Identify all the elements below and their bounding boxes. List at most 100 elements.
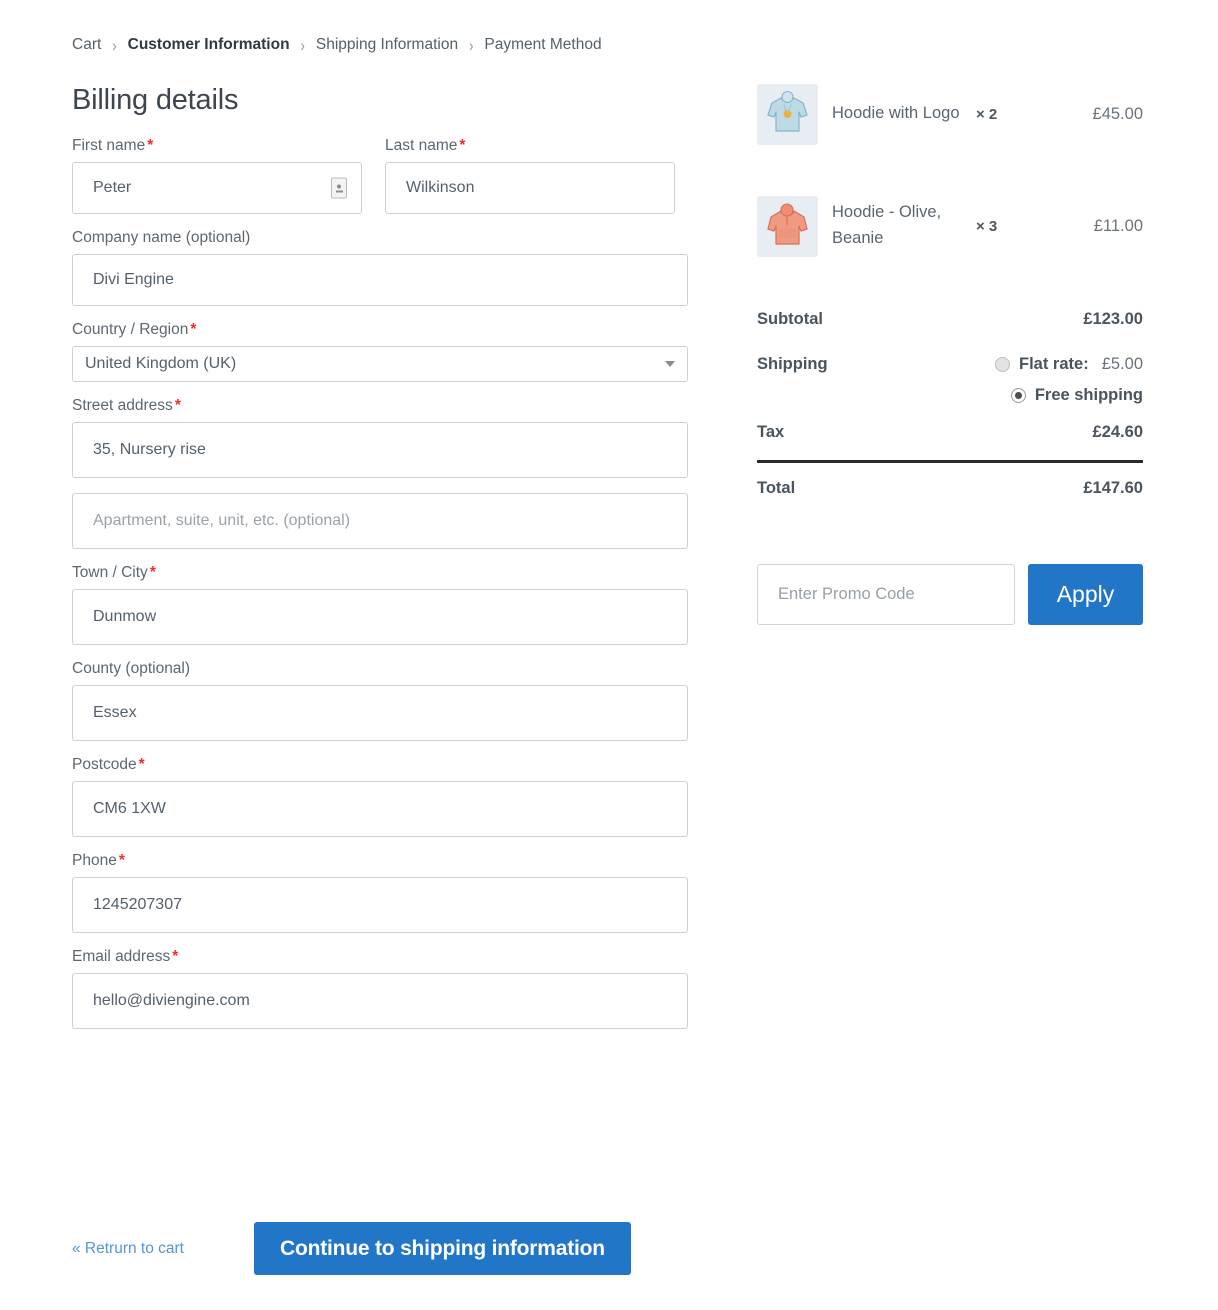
breadcrumb-item-customer-information[interactable]: Customer Information xyxy=(128,36,290,54)
chevron-down-icon xyxy=(665,361,675,367)
postcode-input[interactable]: CM6 1XW xyxy=(72,781,688,837)
shipping-option-flat-rate[interactable]: Flat rate: £5.00 xyxy=(995,355,1143,374)
county-group: County (optional) Essex xyxy=(72,660,688,741)
autofill-contact-card-icon[interactable] xyxy=(331,178,347,199)
cart-item-quantity: × 3 xyxy=(976,218,1036,235)
county-label: County (optional) xyxy=(72,660,688,678)
billing-details-form: Billing details First name* Peter Last n… xyxy=(72,84,688,1044)
phone-value: 1245207307 xyxy=(93,896,182,914)
county-input[interactable]: Essex xyxy=(72,685,688,741)
cart-item-price: £11.00 xyxy=(1036,217,1143,236)
totals-divider xyxy=(757,460,1143,463)
last-name-label: Last name* xyxy=(385,137,675,155)
flat-rate-label: Flat rate: xyxy=(1019,355,1089,374)
shipping-option-free-shipping[interactable]: Free shipping xyxy=(1011,386,1143,405)
total-value: £147.60 xyxy=(1083,479,1143,498)
town-city-group: Town / City* Dunmow xyxy=(72,564,688,645)
radio-flat-rate[interactable] xyxy=(995,357,1010,372)
phone-group: Phone* 1245207307 xyxy=(72,852,688,933)
tax-label: Tax xyxy=(757,423,784,442)
breadcrumb: Cart › Customer Information › Shipping I… xyxy=(72,36,602,54)
first-name-group: First name* Peter xyxy=(72,137,362,214)
return-to-cart-link[interactable]: « Retrurn to cart xyxy=(72,1240,254,1258)
checkout-page: Cart › Customer Information › Shipping I… xyxy=(0,0,1218,1310)
chevron-right-icon: › xyxy=(301,36,305,55)
required-asterisk: * xyxy=(172,948,178,965)
total-row: Total £147.60 xyxy=(757,465,1143,512)
product-thumbnail-hoodie-with-logo[interactable] xyxy=(757,84,818,145)
breadcrumb-item-shipping-information[interactable]: Shipping Information xyxy=(316,36,458,54)
cart-item-name: Hoodie - Olive, Beanie xyxy=(832,200,968,251)
postcode-label: Postcode* xyxy=(72,756,688,774)
free-shipping-label: Free shipping xyxy=(1035,386,1143,405)
email-label: Email address* xyxy=(72,948,688,966)
radio-free-shipping[interactable] xyxy=(1011,388,1026,403)
breadcrumb-item-payment-method[interactable]: Payment Method xyxy=(484,36,601,54)
cart-item-name: Hoodie with Logo xyxy=(832,101,968,127)
breadcrumb-item-cart[interactable]: Cart xyxy=(72,36,101,54)
order-summary: Hoodie with Logo × 2 £45.00 Hoodie - Oli… xyxy=(757,58,1143,625)
promo-code-placeholder: Enter Promo Code xyxy=(778,585,915,604)
first-name-label-text: First name xyxy=(72,137,145,154)
cart-item-price: £45.00 xyxy=(1036,105,1143,124)
first-name-value: Peter xyxy=(93,179,131,197)
postcode-label-text: Postcode xyxy=(72,756,137,773)
company-group: Company name (optional) Divi Engine xyxy=(72,229,688,306)
town-city-label-text: Town / City xyxy=(72,564,148,581)
email-value: hello@diviengine.com xyxy=(93,992,250,1010)
company-label: Company name (optional) xyxy=(72,229,688,247)
continue-to-shipping-button[interactable]: Continue to shipping information xyxy=(254,1222,631,1275)
cart-item-quantity: × 2 xyxy=(976,106,1036,123)
company-input[interactable]: Divi Engine xyxy=(72,254,688,306)
street-address-value: 35, Nursery rise xyxy=(93,441,206,459)
email-input[interactable]: hello@diviengine.com xyxy=(72,973,688,1029)
first-name-input[interactable]: Peter xyxy=(72,162,362,214)
order-totals: Subtotal £123.00 Shipping Flat rate: £5.… xyxy=(757,296,1143,512)
shipping-label: Shipping xyxy=(757,355,828,374)
last-name-input[interactable]: Wilkinson xyxy=(385,162,675,214)
flat-rate-amount: £5.00 xyxy=(1102,355,1143,374)
postcode-value: CM6 1XW xyxy=(93,800,166,818)
required-asterisk: * xyxy=(139,756,145,773)
phone-input[interactable]: 1245207307 xyxy=(72,877,688,933)
tax-value: £24.60 xyxy=(1093,423,1143,442)
required-asterisk: * xyxy=(190,321,196,338)
promo-code-input[interactable]: Enter Promo Code xyxy=(757,564,1015,625)
subtotal-value: £123.00 xyxy=(1083,310,1143,329)
email-label-text: Email address xyxy=(72,948,170,965)
street-address-group: Street address* 35, Nursery rise xyxy=(72,397,688,478)
required-asterisk: * xyxy=(150,564,156,581)
street-address-input[interactable]: 35, Nursery rise xyxy=(72,422,688,478)
apartment-group: Apartment, suite, unit, etc. (optional) xyxy=(72,493,688,549)
phone-label: Phone* xyxy=(72,852,688,870)
email-group: Email address* hello@diviengine.com xyxy=(72,948,688,1029)
apply-promo-button[interactable]: Apply xyxy=(1028,564,1143,625)
page-title: Billing details xyxy=(72,84,688,117)
tax-row: Tax £24.60 xyxy=(757,409,1143,456)
shipping-options: Flat rate: £5.00 Free shipping xyxy=(995,355,1143,405)
cart-item: Hoodie - Olive, Beanie × 3 £11.00 xyxy=(757,170,1143,282)
last-name-group: Last name* Wilkinson xyxy=(385,137,675,214)
phone-label-text: Phone xyxy=(72,852,117,869)
country-label-text: Country / Region xyxy=(72,321,188,338)
required-asterisk: * xyxy=(147,137,153,154)
town-city-value: Dunmow xyxy=(93,608,156,626)
chevron-right-icon: › xyxy=(112,36,116,55)
country-group: Country / Region* United Kingdom (UK) xyxy=(72,321,688,382)
last-name-label-text: Last name xyxy=(385,137,457,154)
country-select[interactable]: United Kingdom (UK) xyxy=(72,346,688,382)
postcode-group: Postcode* CM6 1XW xyxy=(72,756,688,837)
form-actions: « Retrurn to cart Continue to shipping i… xyxy=(72,1222,692,1275)
product-thumbnail-hoodie-olive-beanie[interactable] xyxy=(757,196,818,257)
last-name-value: Wilkinson xyxy=(406,179,474,197)
autofill-icon-line xyxy=(336,190,343,192)
county-value: Essex xyxy=(93,704,137,722)
apartment-placeholder: Apartment, suite, unit, etc. (optional) xyxy=(93,512,350,530)
promo-code-section: Enter Promo Code Apply xyxy=(757,564,1143,625)
apartment-input[interactable]: Apartment, suite, unit, etc. (optional) xyxy=(72,493,688,549)
autofill-icon-head xyxy=(337,184,341,188)
town-city-input[interactable]: Dunmow xyxy=(72,589,688,645)
street-address-label: Street address* xyxy=(72,397,688,415)
shipping-row: Shipping Flat rate: £5.00 Free shipping xyxy=(757,343,1143,409)
required-asterisk: * xyxy=(119,852,125,869)
